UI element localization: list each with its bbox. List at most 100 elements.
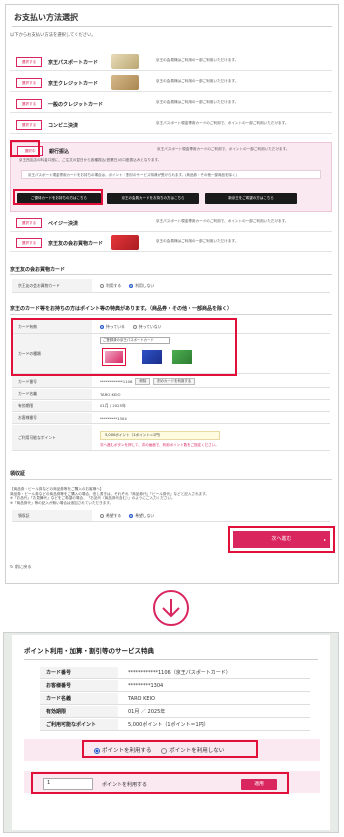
info-row: ご利用可能なポイント 5,000ポイント（1ポイント＝1円）	[40, 719, 310, 731]
selected-highlight	[10, 140, 40, 157]
next-highlight	[228, 526, 335, 553]
delete-button[interactable]: 削除	[135, 378, 151, 385]
field-label: カード番号	[12, 376, 92, 387]
points-option-highlight	[82, 740, 258, 758]
radio-want-label: 希望する	[106, 512, 122, 518]
method-desc: 京王パスポート現金専用カードのご利用で、ポイントの一部ご利用いただけます。	[156, 219, 289, 223]
member-card-image	[111, 235, 139, 250]
select-button[interactable]: 選択する	[16, 99, 42, 109]
info-value: *********1304	[128, 682, 164, 689]
section-divider	[10, 274, 332, 275]
back-label: 前に戻る	[14, 564, 32, 569]
other-card-button[interactable]: 別のカードを利用する	[153, 378, 196, 385]
section-receipt: 領収証	[10, 471, 26, 477]
method-desc: 京王の会員様はご利用の一部ご利用いただけます。	[156, 79, 239, 83]
select-button[interactable]: 選択する	[16, 78, 42, 88]
back-link[interactable]: ↻ 前に戻る	[10, 564, 32, 570]
radio-notwant[interactable]	[129, 513, 134, 518]
points-value: 5,000ポイント（1ポイント=1円）	[100, 431, 220, 440]
radio-want[interactable]	[100, 513, 104, 518]
receipt-row: 領収証 希望する 希望しない	[12, 510, 330, 522]
method-name: 京王友の会お買物カード	[48, 241, 104, 247]
payment-row-keio-credit: 選択する 京王クレジットカード 京王の会員様はご利用の一部ご利用いただけます。	[10, 73, 332, 92]
select-button[interactable]: 選択する	[16, 238, 42, 248]
new-keio-button[interactable]: 新京王をご希望の方はこちら	[205, 193, 297, 204]
radio-nouse[interactable]	[129, 283, 134, 288]
field-label: 領収証	[12, 510, 92, 521]
info-value: 5,000ポイント（1ポイント＝1円）	[128, 722, 209, 728]
info-label: カード番号	[40, 667, 118, 678]
method-desc: 京王の会員様はご利用の一部ご利用いただけます。	[156, 58, 239, 62]
info-value: 01月 ／ 2025年	[128, 709, 166, 715]
info-row: 有効期限 01月 ／ 2025年	[40, 706, 310, 718]
method-name: 京王クレジットカード	[48, 81, 99, 87]
info-value: ************1106（京王パスポートカード）	[128, 670, 231, 676]
points-note: 次へ進むボタンを押して、次の画面で、利用ポイント数をご指定ください。	[100, 443, 219, 447]
field-label: 京王友の会お買物カード	[12, 279, 92, 292]
expiry-value: 01月 / 2025年	[100, 403, 126, 408]
section-divider	[10, 479, 332, 480]
info-label: カード名義	[40, 693, 118, 704]
radio-nouse-label: 利用しない	[135, 282, 155, 288]
payment-row-member-card: 選択する 京王友の会お買物カード 京王の会員様はご利用の一部ご利用いただけます。	[10, 233, 332, 252]
info-value: TARO KEIO	[128, 695, 155, 702]
card-number-value: ************1106	[100, 379, 133, 384]
points-input-highlight	[31, 772, 289, 794]
radio-use[interactable]	[100, 283, 104, 288]
receipt-note: ※「商品券代」等の記入が無い場合は追加されていただきます。	[10, 500, 114, 505]
customer-no-row: お客様番号 *********1304	[12, 413, 330, 424]
radio-use-label: 利用する	[106, 282, 122, 288]
title-divider	[24, 659, 318, 660]
passport-card-image	[111, 54, 139, 69]
card-selection-highlight	[11, 318, 237, 376]
customer-no-value: *********1304	[100, 415, 127, 421]
method-desc: 京王の会員様はご利用の一部ご利用いただけます。	[156, 100, 239, 104]
transfer-text: 京王西友店の料金口座に、ご注文の翌日から各種振込(営業日)の口座振込みとなります…	[19, 158, 162, 162]
receipt-notes: 【商品券・ビール券などの商品券等をご購入のお客様へ】 商品券・ビール券などの商品…	[10, 487, 328, 505]
info-label: お客様番号	[40, 680, 118, 691]
info-row: お客様番号 *********1304	[40, 680, 310, 692]
preferred-card-highlight	[13, 189, 103, 205]
page-title: お支払い方法選択	[14, 13, 78, 22]
method-desc: 京王パスポート現金専用カードのご利用で、ポイントの一部ご利用いただけます。	[156, 121, 289, 125]
info-row: カード番号 ************1106（京王パスポートカード）	[40, 667, 310, 679]
payment-row-general-credit: 選択する 一般のクレジットカード 京王の会員様はご利用の一部ご利用いただけます。	[10, 94, 332, 113]
point-service-panel: ポイント利用・加算・割引等のサービス特典 カード番号 ************1…	[3, 632, 339, 833]
section-divider	[10, 314, 332, 315]
card-number-row: カード番号 ************1106 削除 別のカードを利用する	[12, 376, 330, 388]
info-row: カード名義 TARO KEIO	[40, 693, 310, 705]
back-arrow-icon: ↻	[10, 564, 14, 569]
payment-row-payeasy: 選択する ペイジー決済 京王パスポート現金専用カードのご利用で、ポイントの一部ご…	[10, 213, 332, 232]
field-label: ご利用可能なポイント	[12, 425, 92, 450]
section-member-card: 京王友の会お買物カード	[10, 267, 66, 273]
title-divider	[12, 26, 332, 27]
select-button[interactable]: 選択する	[16, 218, 42, 228]
method-name: 京王パスポートカード	[48, 60, 99, 66]
down-arrow-icon	[153, 590, 189, 626]
method-name: 銀行振込	[49, 149, 70, 155]
credit-card-image	[111, 75, 139, 90]
method-desc: 京王の会員様はご利用の一部ご利用いただけます。	[156, 239, 239, 243]
card-name-row: カード名義 TARO KEIO	[12, 389, 330, 400]
info-label: 有効期限	[40, 706, 118, 717]
field-label: 有効期限	[12, 401, 92, 411]
member-card-button[interactable]: 京王の会員カードをお持ちの方はこちら	[107, 193, 199, 204]
field-label: お客様番号	[12, 413, 92, 423]
info-label: ご利用可能なポイント	[40, 719, 118, 730]
service-title: ポイント利用・加算・割引等のサービス特典	[24, 647, 154, 655]
card-name-value: TARO KEIO	[100, 391, 121, 397]
member-card-row: 京王友の会お買物カード 利用する 利用しない	[12, 279, 330, 293]
payment-row-passport: 選択する 京王パスポートカード 京王の会員様はご利用の一部ご利用いただけます。	[10, 52, 332, 71]
transfer-note: 京王パスポート現金専用カードをお持ちの場合は、ポイント・割引のサービス特典が受け…	[21, 170, 321, 179]
select-button[interactable]: 選択する	[16, 120, 42, 130]
payment-row-convenience: 選択する コンビニ決済 京王パスポート現金専用カードのご利用で、ポイントの一部ご…	[10, 115, 332, 134]
field-label: カード名義	[12, 389, 92, 399]
method-name: コンビニ決済	[48, 123, 79, 129]
point-service-inner: ポイント利用・加算・割引等のサービス特典 カード番号 ************1…	[12, 635, 330, 830]
method-name: ペイジー決済	[48, 221, 79, 227]
select-button[interactable]: 選択する	[16, 57, 42, 67]
method-desc: 京王パスポート現金専用カードのご利用で、ポイントの一部ご利用いただけます。	[157, 147, 290, 151]
expiry-row: 有効期限 01月 / 2025年	[12, 401, 330, 412]
instruction-text: 以下からお支払い方法を選択してください。	[10, 33, 96, 38]
radio-notwant-label: 希望しない	[135, 512, 155, 518]
